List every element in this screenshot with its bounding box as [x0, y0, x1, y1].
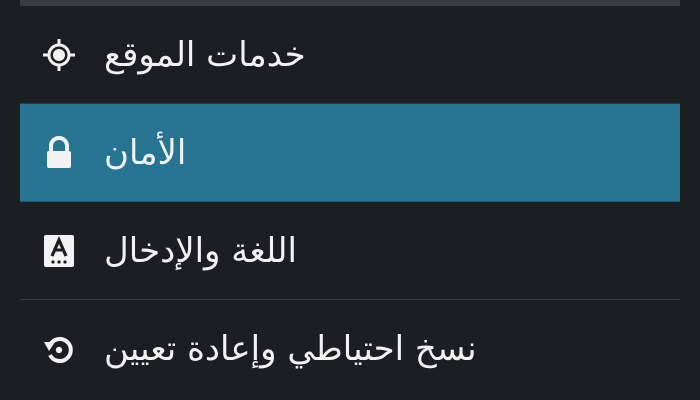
settings-item-label: اللغة والإدخال: [104, 230, 297, 271]
location-target-icon: [40, 36, 78, 74]
settings-list: خدمات الموقع الأمان اللغة والإدخال نسخ ا…: [20, 6, 680, 398]
settings-item-label: الأمان: [104, 132, 187, 173]
settings-item-backup-reset[interactable]: نسخ احتياطي وإعادة تعيين: [20, 300, 680, 398]
settings-item-language-input[interactable]: اللغة والإدخال: [20, 202, 680, 300]
backup-restore-icon: [40, 330, 78, 368]
settings-item-label: نسخ احتياطي وإعادة تعيين: [104, 329, 477, 369]
lock-icon: [40, 134, 78, 172]
settings-item-security[interactable]: الأمان: [20, 104, 680, 202]
settings-screen: خدمات الموقع الأمان اللغة والإدخال نسخ ا…: [0, 0, 700, 400]
settings-item-label: خدمات الموقع: [104, 34, 306, 75]
language-keyboard-icon: [40, 232, 78, 270]
settings-item-location-services[interactable]: خدمات الموقع: [20, 6, 680, 104]
